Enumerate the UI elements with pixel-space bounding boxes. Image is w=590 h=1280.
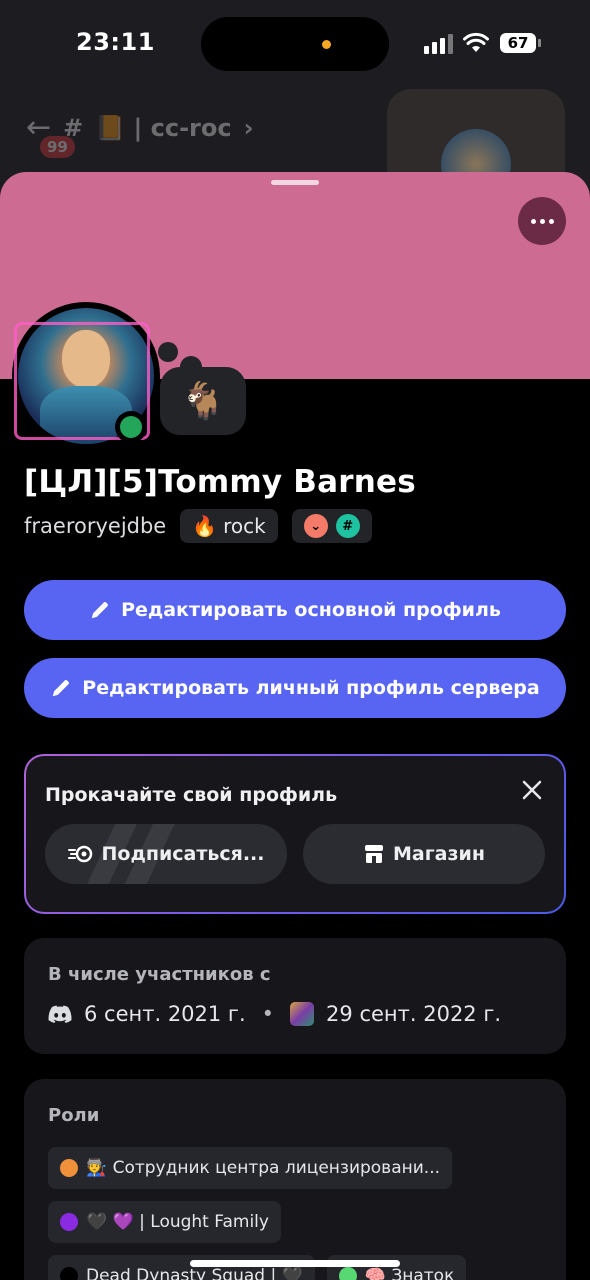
- online-status-icon: [115, 411, 147, 443]
- close-icon[interactable]: [520, 778, 544, 802]
- upsell-title: Прокачайте свой профиль: [45, 784, 338, 806]
- wifi-icon: [463, 32, 489, 52]
- battery-indicator: 67: [500, 33, 541, 53]
- subscribe-button[interactable]: Подписаться...: [45, 824, 287, 884]
- custom-status-bubble[interactable]: 🐐: [160, 367, 246, 435]
- subscribe-label: Подписаться...: [101, 843, 265, 865]
- nitro-icon: [67, 845, 92, 863]
- sheet-grabber[interactable]: [271, 180, 319, 185]
- dynamic-island: [201, 17, 389, 71]
- goat-emoji: 🐐: [180, 381, 226, 422]
- shop-icon: [365, 845, 384, 863]
- edit-server-profile-button[interactable]: Редактировать личный профиль сервера: [24, 658, 566, 718]
- username[interactable]: fraeroryejdbe: [24, 514, 166, 538]
- member-since-card: В числе участников с 6 сент. 2021 г. • 2…: [24, 938, 566, 1054]
- server-icon: [290, 1002, 315, 1026]
- discord-join-date: 6 сент. 2021 г.: [84, 1002, 246, 1026]
- privacy-indicator: [322, 40, 331, 49]
- fire-icon: 🔥: [192, 514, 218, 538]
- shop-label: Магазин: [393, 843, 485, 865]
- role-name: 🖤 💜 | Lought Family: [86, 1212, 269, 1232]
- edit-main-profile-label: Редактировать основной профиль: [121, 599, 501, 621]
- discord-icon: [48, 1005, 72, 1023]
- more-dots-icon: [530, 218, 536, 224]
- home-indicator[interactable]: [190, 1260, 400, 1267]
- channel-name[interactable]: 📙 | cc-roc: [95, 114, 231, 142]
- server-join-date: 29 сент. 2022 г.: [326, 1002, 502, 1026]
- hash-badge-icon: #: [335, 514, 360, 538]
- role-name: 🧠 Знаток: [364, 1266, 455, 1280]
- pencil-icon: [91, 602, 108, 619]
- role-color-dot: [338, 1267, 357, 1280]
- profile-badges[interactable]: ⌄ #: [291, 509, 372, 543]
- role-color-dot: [60, 1213, 78, 1231]
- roles-label: Роли: [48, 1105, 100, 1126]
- pencil-icon: [53, 680, 70, 697]
- role-chip[interactable]: 🖤 💜 | Lought Family: [48, 1201, 281, 1243]
- member-since-row: 6 сент. 2021 г. • 29 сент. 2022 г.: [48, 1002, 501, 1026]
- chevron-right-icon: ›: [243, 113, 254, 142]
- profile-sheet: 🐐 [ЦЛ][5]Tommy Barnes fraeroryejdbe 🔥 ro…: [0, 172, 590, 1280]
- cellular-signal-icon: [424, 34, 453, 54]
- upsell-card: Прокачайте свой профиль Подписаться... М…: [24, 754, 566, 914]
- rock-chip[interactable]: 🔥 rock: [180, 509, 278, 543]
- edit-main-profile-button[interactable]: Редактировать основной профиль: [24, 580, 566, 640]
- separator: •: [261, 1002, 275, 1026]
- role-chip[interactable]: 🧑‍🏭 Сотрудник центра лицензировани...: [48, 1147, 452, 1189]
- status-bubble-dot: [158, 342, 178, 362]
- chevron-badge-icon: ⌄: [303, 514, 328, 538]
- display-name: [ЦЛ][5]Tommy Barnes: [24, 464, 416, 500]
- rock-chip-label: rock: [223, 514, 266, 538]
- roles-card: Роли 🧑‍🏭 Сотрудник центра лицензировани.…: [24, 1079, 566, 1280]
- chat-header: ← 99 # 📙 | cc-roc ›: [26, 110, 254, 158]
- role-color-dot: [60, 1159, 78, 1177]
- more-options-button[interactable]: [518, 197, 566, 245]
- role-chip[interactable]: Dead Dynasty Squad | 🖤: [48, 1255, 315, 1280]
- unread-badge: 99: [40, 136, 75, 158]
- username-row: fraeroryejdbe 🔥 rock ⌄ #: [24, 509, 372, 543]
- role-chip[interactable]: 🧠 Знаток: [326, 1255, 467, 1280]
- shop-button[interactable]: Магазин: [303, 824, 545, 884]
- edit-server-profile-label: Редактировать личный профиль сервера: [82, 677, 540, 699]
- role-color-dot: [60, 1267, 78, 1280]
- member-since-label: В числе участников с: [48, 964, 271, 985]
- status-time: 23:11: [76, 28, 155, 56]
- role-name: 🧑‍🏭 Сотрудник центра лицензировани...: [86, 1158, 440, 1178]
- role-name: Dead Dynasty Squad | 🖤: [86, 1266, 303, 1280]
